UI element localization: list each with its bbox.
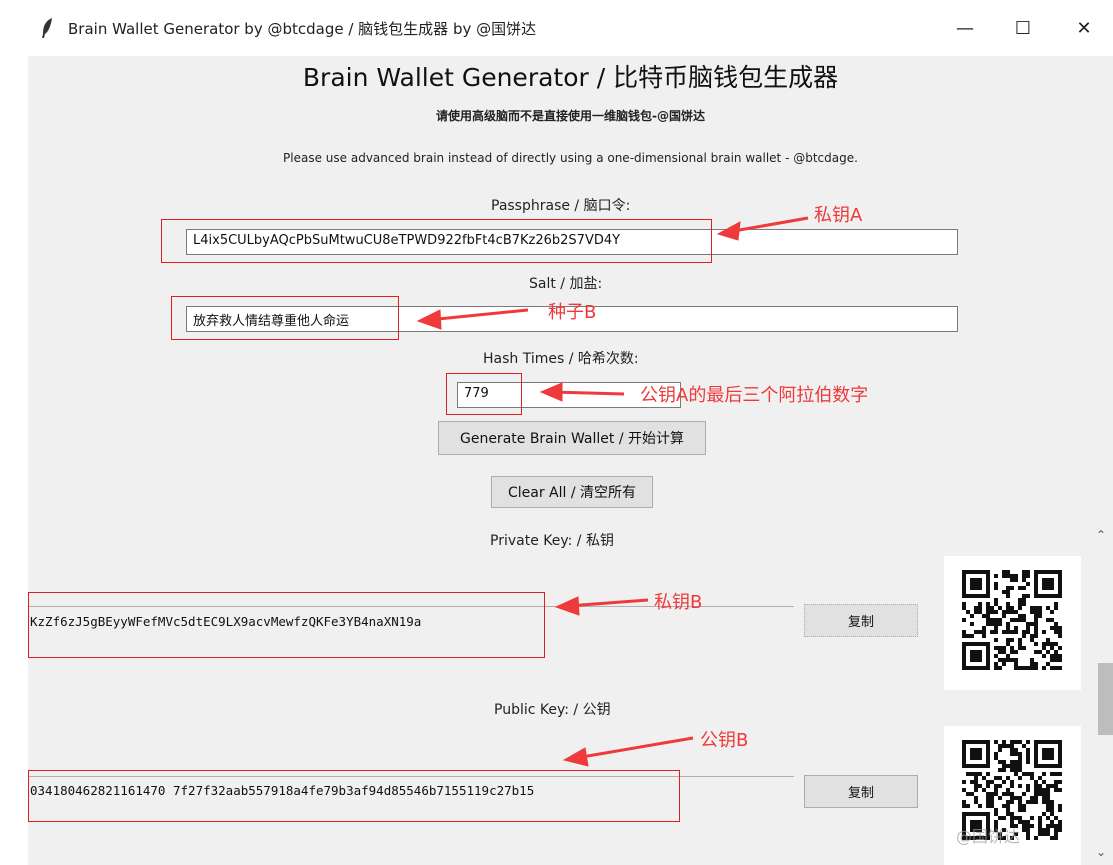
watermark: @国饼达 xyxy=(956,827,1021,846)
annotation-arrows xyxy=(416,216,809,767)
app-window: Brain Wallet Generator by @btcdage / 脑钱包… xyxy=(28,0,1113,865)
